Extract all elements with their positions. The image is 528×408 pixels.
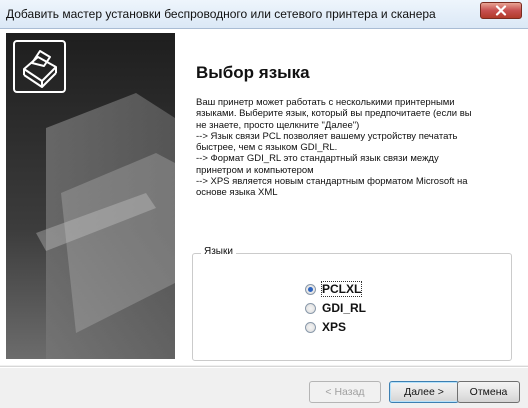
close-icon (495, 5, 507, 16)
radio-xps[interactable]: XPS (305, 320, 346, 334)
description-line: --> Язык связи PCL позволяет вашему устр… (196, 130, 458, 142)
radio-pclxl[interactable]: PCLXL (305, 281, 363, 297)
languages-group-label: Языки (201, 246, 236, 257)
back-button[interactable]: < Назад (309, 381, 381, 403)
description-line: --> Формат GDI_RL это стандартный язык с… (196, 153, 439, 165)
description-line: не знаете, просто щелкните "Далее") (196, 119, 360, 131)
description-line: основе языка XML (196, 187, 278, 199)
radio-gdi-rl[interactable]: GDI_RL (305, 301, 366, 315)
radio-label: XPS (322, 320, 347, 334)
radio-label: GDI_RL (322, 301, 367, 315)
description-line: принетром и компьютером (196, 164, 314, 176)
radio-label: PCLXL (320, 281, 363, 297)
description-line: --> XPS является новым стандартным форма… (196, 176, 468, 188)
description-line: языками. Выберите язык, который вы предп… (196, 108, 472, 120)
description-line: быстрее, чем с языком GDI_RL. (196, 142, 338, 154)
title-bar: Добавить мастер установки беспроводного … (0, 0, 528, 29)
close-button[interactable] (480, 2, 522, 19)
side-banner (6, 33, 175, 359)
languages-group: Языки PCLXL GDI_RL XPS (192, 246, 512, 361)
wizard-window: Добавить мастер установки беспроводного … (0, 0, 528, 408)
cancel-button[interactable]: Отмена (457, 381, 520, 403)
footer-divider (0, 366, 528, 368)
language-description: Ваш принетр может работать с несколькими… (196, 97, 514, 199)
printer-icon (23, 50, 57, 88)
window-title: Добавить мастер установки беспроводного … (6, 7, 436, 21)
page-title: Выбор языка (196, 63, 310, 82)
radio-unselected-icon (305, 321, 316, 333)
printer-illustration (13, 40, 175, 359)
radio-unselected-icon (305, 302, 316, 314)
radio-selected-icon (305, 283, 316, 295)
next-button[interactable]: Далее > (389, 381, 459, 403)
description-line: Ваш принетр может работать с несколькими… (196, 97, 455, 108)
wizard-content: Выбор языка Ваш принетр может работать с… (0, 29, 528, 365)
